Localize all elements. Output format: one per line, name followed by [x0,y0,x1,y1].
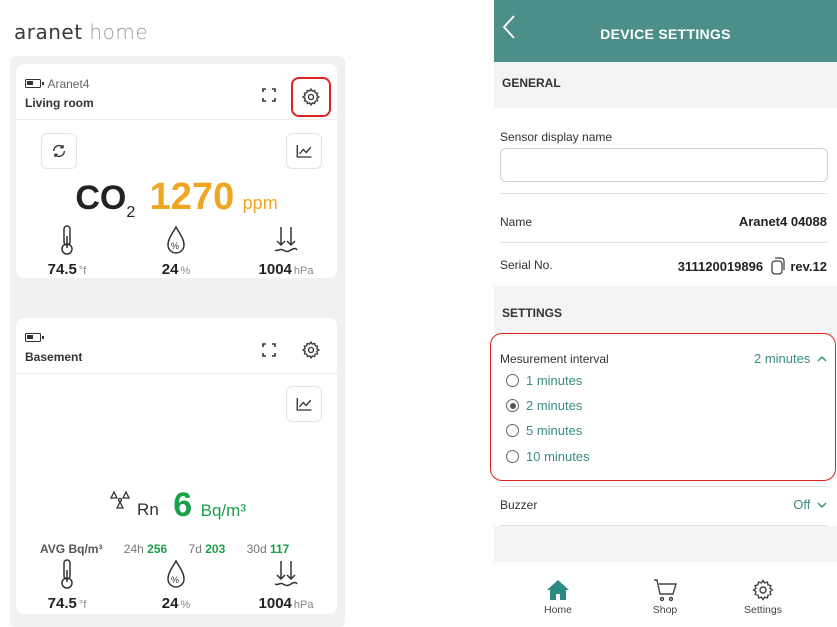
card-divider [16,119,337,120]
display-name-input[interactable] [500,148,828,182]
chart-button[interactable] [286,386,322,422]
nav-settings[interactable]: Settings [723,576,803,616]
row-divider [500,242,827,243]
radiation-icon [109,490,131,509]
thermometer-icon [61,225,73,255]
sensor-card-living-room[interactable]: Aranet4 Living room CO2 1270 ppm 74.5 °f … [16,64,337,278]
temperature-metric: 74.5 °f [22,224,112,279]
row-divider [500,486,827,487]
settings-header: SETTINGS [502,306,563,320]
radon-value: 6 [173,486,193,524]
radon-unit: Bq/m³ [200,501,246,520]
general-header: GENERAL [502,76,561,90]
name-label: Name [500,215,533,229]
co2-label: CO2 [75,179,136,221]
row-divider [500,193,827,194]
brand-name: aranet [14,20,83,44]
pressure-icon [274,561,298,587]
humidity-icon: % [167,559,185,588]
nav-shop[interactable]: Shop [625,576,705,616]
radon-symbol: Rn [137,500,159,519]
avg-label: AVG Bq/m³ [40,542,103,556]
chevron-down-icon [817,502,827,508]
buzzer-value: Off [793,497,811,512]
buzzer-dropdown[interactable]: Off [793,497,827,512]
card-header: Basement [25,329,82,364]
name-value: Aranet4 04088 [738,214,827,229]
nav-home[interactable]: Home [518,576,598,616]
serial-row: 311120019896 rev.12 [678,257,827,275]
location-name: Living room [25,96,94,110]
pressure-icon [274,227,298,253]
bottom-nav: Home Shop Settings [494,562,837,627]
device-settings-screen: DEVICE SETTINGS GENERAL Sensor display n… [490,0,837,627]
revision: rev.12 [790,259,827,274]
refresh-button[interactable] [41,133,77,169]
humidity-icon: % [167,225,185,254]
gear-icon [752,579,774,601]
pressure-metric: 1004 hPa [241,224,331,279]
serial-value: 311120019896 [677,259,764,274]
co2-unit: ppm [242,193,278,213]
buzzer-label: Buzzer [500,498,538,512]
humidity-metric: % 24% [131,558,221,613]
avg-24h: 24h 256 [123,542,168,556]
cart-icon [654,579,677,602]
top-bar: DEVICE SETTINGS [494,0,837,62]
battery-icon [25,333,44,343]
thermometer-icon [61,559,73,589]
sensor-card-basement[interactable]: Basement Rn 6 Bq/m³ AVG Bq/m³ 24h 256 7d… [16,318,337,614]
svg-text:%: % [171,241,179,251]
home-icon [547,580,569,600]
svg-text:%: % [171,575,179,585]
display-name-label: Sensor display name [500,130,613,144]
interval-highlight [490,333,836,481]
row-divider [500,525,827,526]
location-name: Basement [25,350,83,364]
avg-7d: 7d 203 [188,542,226,556]
gear-icon[interactable] [299,338,323,362]
gear-icon[interactable] [299,85,323,109]
avg-30d: 30d 117 [246,542,290,556]
fullscreen-icon[interactable] [257,338,281,362]
general-section: Sensor display name Name Aranet4 04088 S… [494,108,837,286]
radon-reading: Rn 6 Bq/m³ [16,486,337,525]
fullscreen-icon[interactable] [257,83,281,107]
card-header: Aranet4 Living room [25,75,94,110]
chart-button[interactable] [286,133,322,169]
device-name: Aranet4 [47,76,90,91]
sensor-list: Aranet4 Living room CO2 1270 ppm 74.5 °f … [10,56,345,627]
temperature-metric: 74.5 °f [22,558,112,613]
page-title: DEVICE SETTINGS [600,26,731,42]
app-brand: aranet home [14,20,148,44]
pressure-metric: 1004 hPa [241,558,331,613]
serial-label: Serial No. [500,258,553,272]
co2-reading: CO2 1270 ppm [16,176,337,222]
card-divider [16,373,337,374]
battery-icon [25,79,44,89]
copy-icon[interactable] [769,257,785,275]
brand-suffix: home [89,20,149,44]
co2-value: 1270 [149,176,235,218]
radon-averages: AVG Bq/m³ 24h 256 7d 203 30d 117 [40,542,289,556]
humidity-metric: % 24% [131,224,221,279]
